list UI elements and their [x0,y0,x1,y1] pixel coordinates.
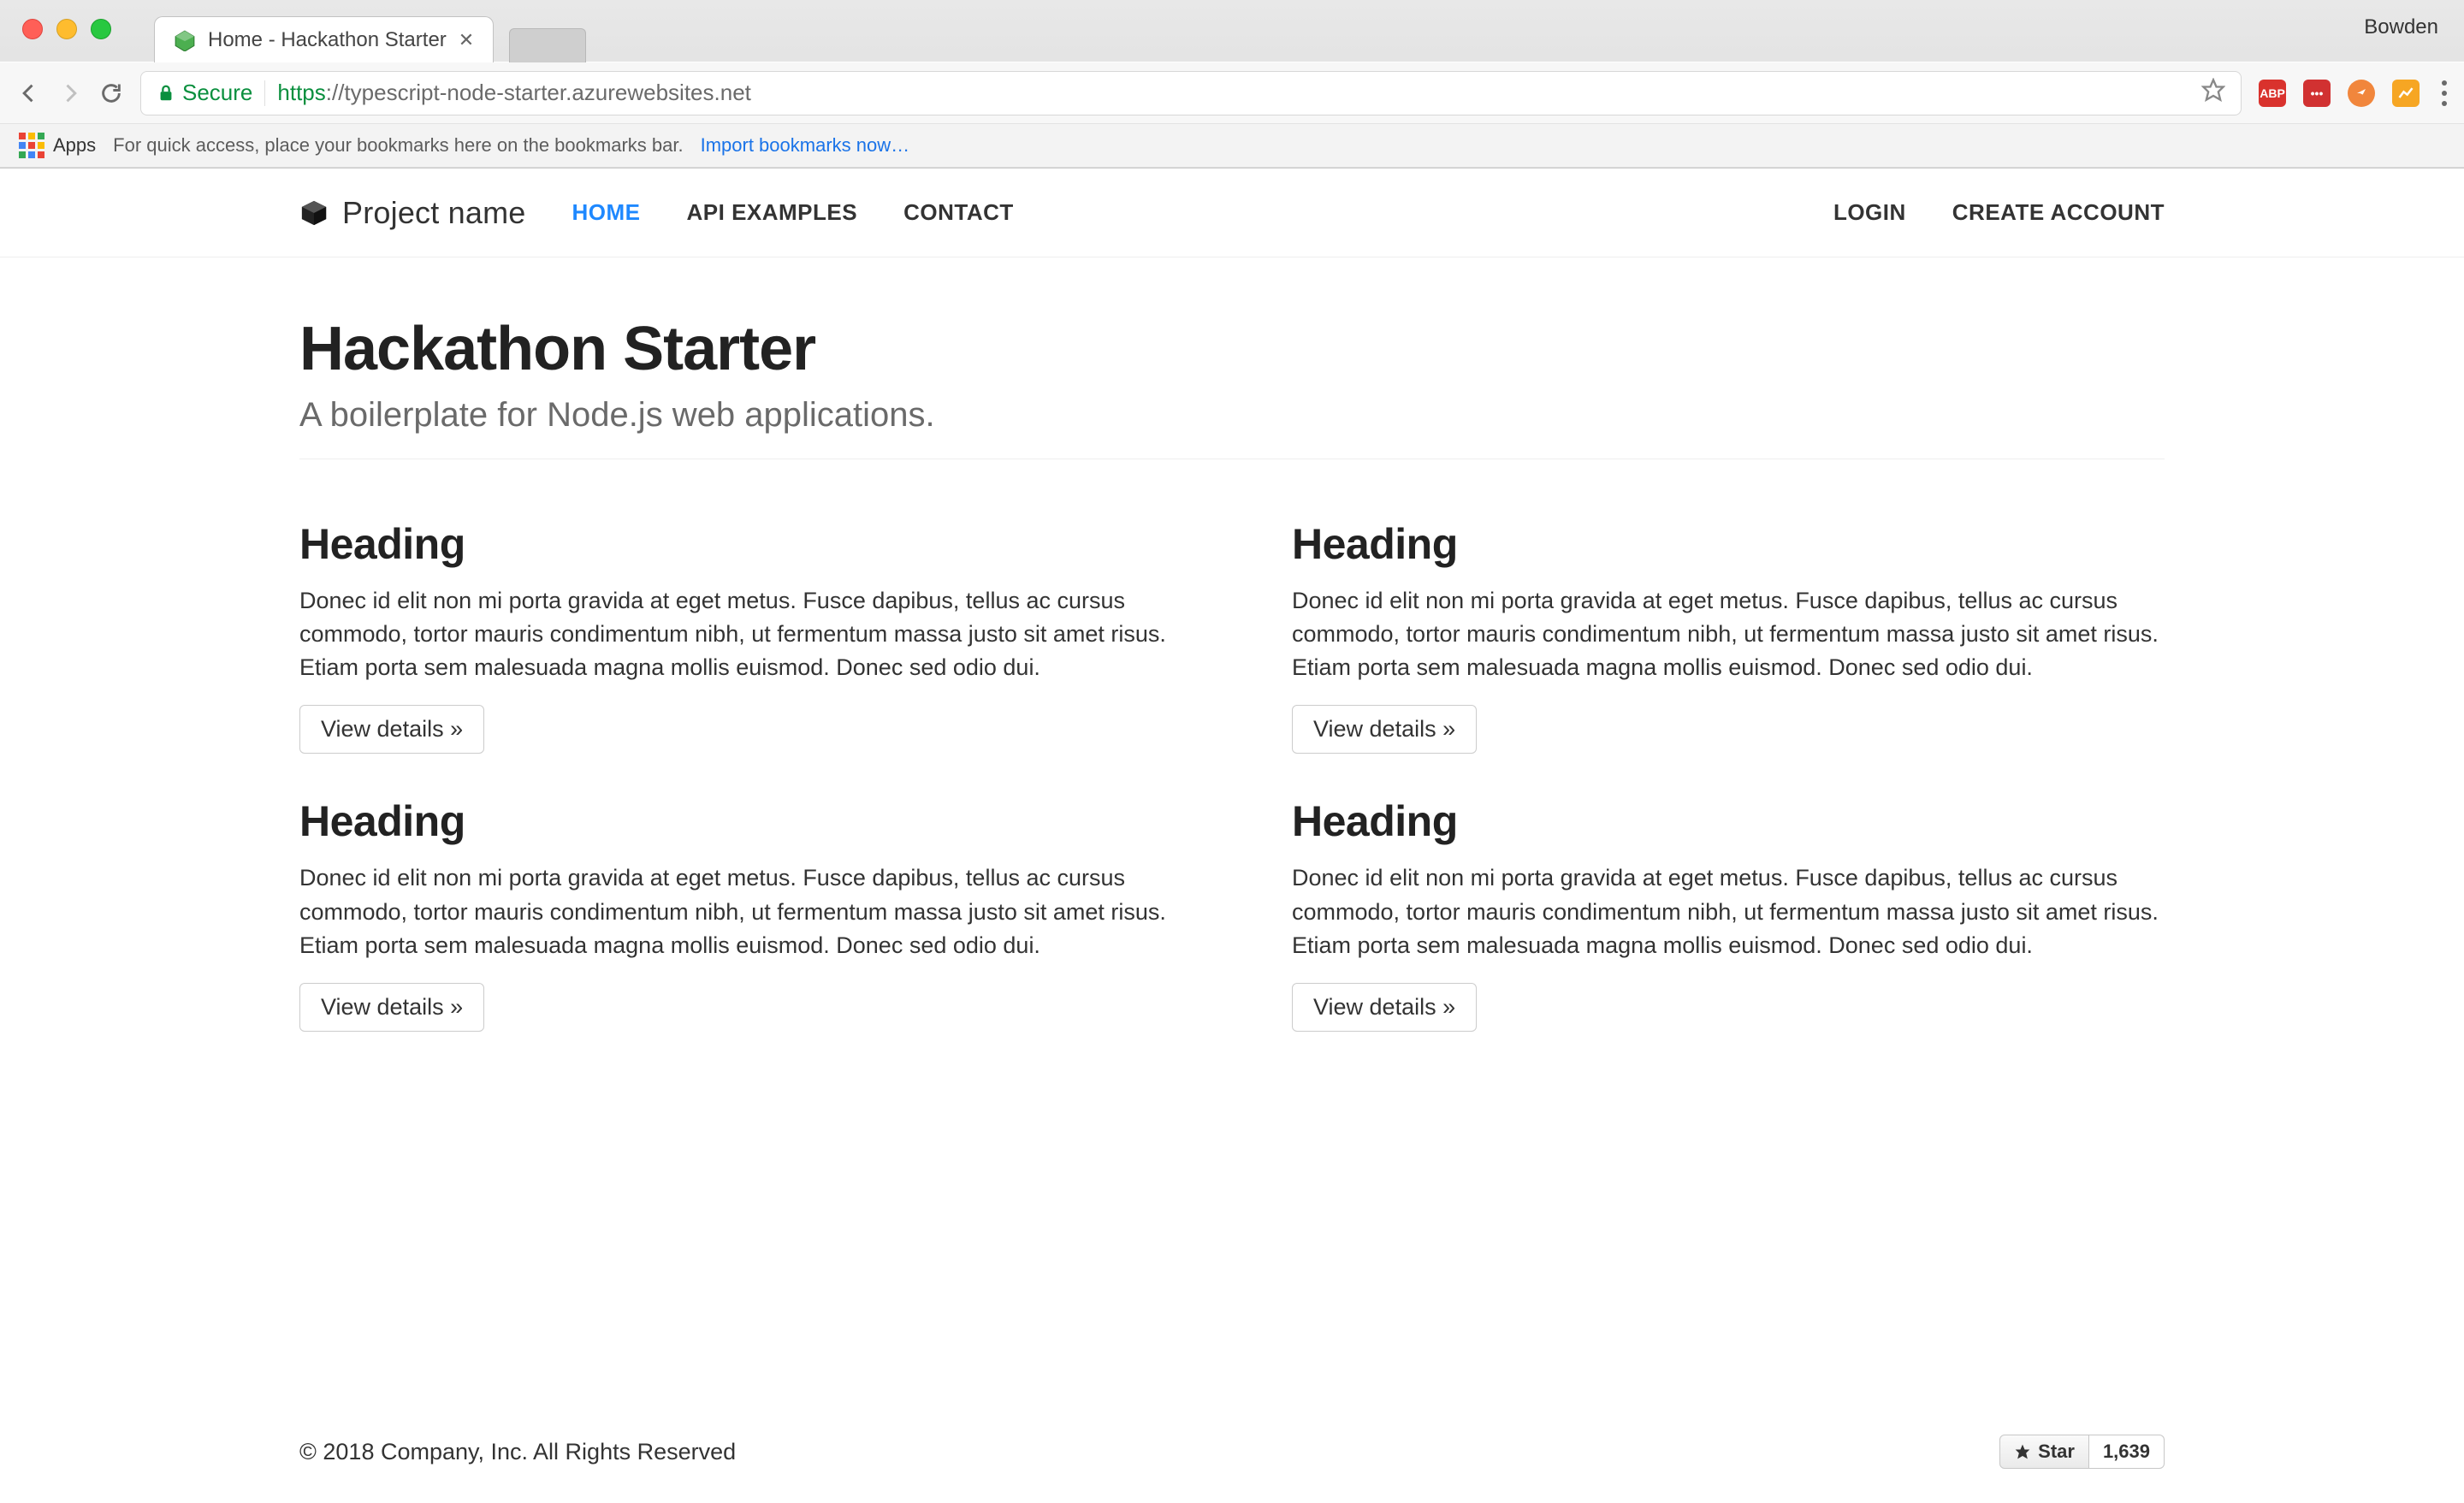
secure-label: Secure [182,80,252,106]
url-text: https://typescript-node-starter.azureweb… [277,80,751,106]
reload-button[interactable] [99,81,123,105]
nav-link-home[interactable]: HOME [572,199,641,226]
import-bookmarks-link[interactable]: Import bookmarks now… [701,134,910,157]
apps-shortcut[interactable]: Apps [19,133,96,158]
brand-text: Project name [342,195,526,231]
tab-title: Home - Hackathon Starter [208,28,447,52]
feature-card: Heading Donec id elit non mi porta gravi… [299,796,1172,1031]
window-close-button[interactable] [22,19,43,39]
card-body: Donec id elit non mi porta gravida at eg… [1292,861,2165,962]
browser-menu-button[interactable] [2442,80,2447,106]
extension-lastpass-icon[interactable]: ••• [2303,80,2331,107]
extension-analytics-icon[interactable] [2392,80,2420,107]
browser-tab-active[interactable]: Home - Hackathon Starter ✕ [154,16,494,62]
feature-card: Heading Donec id elit non mi porta gravi… [1292,519,2165,754]
window-maximize-button[interactable] [91,19,111,39]
window-controls [22,19,111,39]
extension-adblock-icon[interactable]: ABP [2259,80,2286,107]
auth-nav: LOGIN CREATE ACCOUNT [1833,199,2165,226]
browser-toolbar: Secure https://typescript-node-starter.a… [0,62,2464,123]
apps-label: Apps [53,134,96,157]
card-body: Donec id elit non mi porta gravida at eg… [1292,584,2165,684]
card-body: Donec id elit non mi porta gravida at eg… [299,584,1172,684]
nav-link-contact[interactable]: CONTACT [903,199,1014,226]
browser-profile-name[interactable]: Bowden [2364,15,2438,39]
feature-card: Heading Donec id elit non mi porta gravi… [1292,796,2165,1031]
page-content: Project name HOME API EXAMPLES CONTACT L… [0,169,2464,1032]
view-details-button[interactable]: View details » [299,705,484,754]
site-navbar: Project name HOME API EXAMPLES CONTACT L… [0,169,2464,257]
github-star-label: Star [2038,1441,2075,1463]
card-heading: Heading [299,796,1172,846]
forward-button[interactable] [58,81,82,105]
github-star-button[interactable]: Star [1999,1435,2089,1469]
secure-indicator[interactable]: Secure [157,80,252,106]
star-icon [2014,1443,2031,1460]
github-star-count[interactable]: 1,639 [2089,1435,2165,1469]
bookmarks-hint-text: For quick access, place your bookmarks h… [113,134,683,157]
card-heading: Heading [1292,796,2165,846]
bookmark-star-icon[interactable] [2201,78,2225,108]
view-details-button[interactable]: View details » [299,983,484,1032]
card-heading: Heading [299,519,1172,569]
tab-close-icon[interactable]: ✕ [459,29,474,51]
url-protocol: https [277,80,325,105]
url-host: ://typescript-node-starter.azurewebsites… [326,80,751,105]
hero: Hackathon Starter A boilerplate for Node… [299,275,2165,459]
copyright-text: © 2018 Company, Inc. All Rights Reserved [299,1439,736,1465]
window-minimize-button[interactable] [56,19,77,39]
nav-link-api-examples[interactable]: API EXAMPLES [687,199,858,226]
feature-grid: Heading Donec id elit non mi porta gravi… [299,519,2165,1032]
tab-strip: Home - Hackathon Starter ✕ Bowden [0,0,2464,62]
view-details-button[interactable]: View details » [1292,983,1477,1032]
primary-nav: HOME API EXAMPLES CONTACT [572,199,1014,226]
brand-cube-icon [299,198,329,228]
card-heading: Heading [1292,519,2165,569]
view-details-button[interactable]: View details » [1292,705,1477,754]
page-subtitle: A boilerplate for Node.js web applicatio… [299,396,2165,435]
back-button[interactable] [17,81,41,105]
apps-grid-icon [19,133,44,158]
brand[interactable]: Project name [299,195,526,231]
address-bar[interactable]: Secure https://typescript-node-starter.a… [140,71,2242,115]
lock-icon [157,84,175,103]
tab-favicon-icon [174,29,196,51]
feature-card: Heading Donec id elit non mi porta gravi… [299,519,1172,754]
github-star-widget: Star 1,639 [1999,1435,2165,1469]
footer: © 2018 Company, Inc. All Rights Reserved… [0,1435,2464,1469]
card-body: Donec id elit non mi porta gravida at eg… [299,861,1172,962]
page-title: Hackathon Starter [299,314,2165,384]
nav-link-login[interactable]: LOGIN [1833,199,1906,226]
new-tab-button[interactable] [509,28,586,62]
omnibox-separator [264,80,265,106]
nav-link-create-account[interactable]: CREATE ACCOUNT [1952,199,2165,226]
browser-chrome: Home - Hackathon Starter ✕ Bowden Secure… [0,0,2464,169]
extension-postman-icon[interactable] [2348,80,2375,107]
bookmarks-bar: Apps For quick access, place your bookma… [0,123,2464,168]
